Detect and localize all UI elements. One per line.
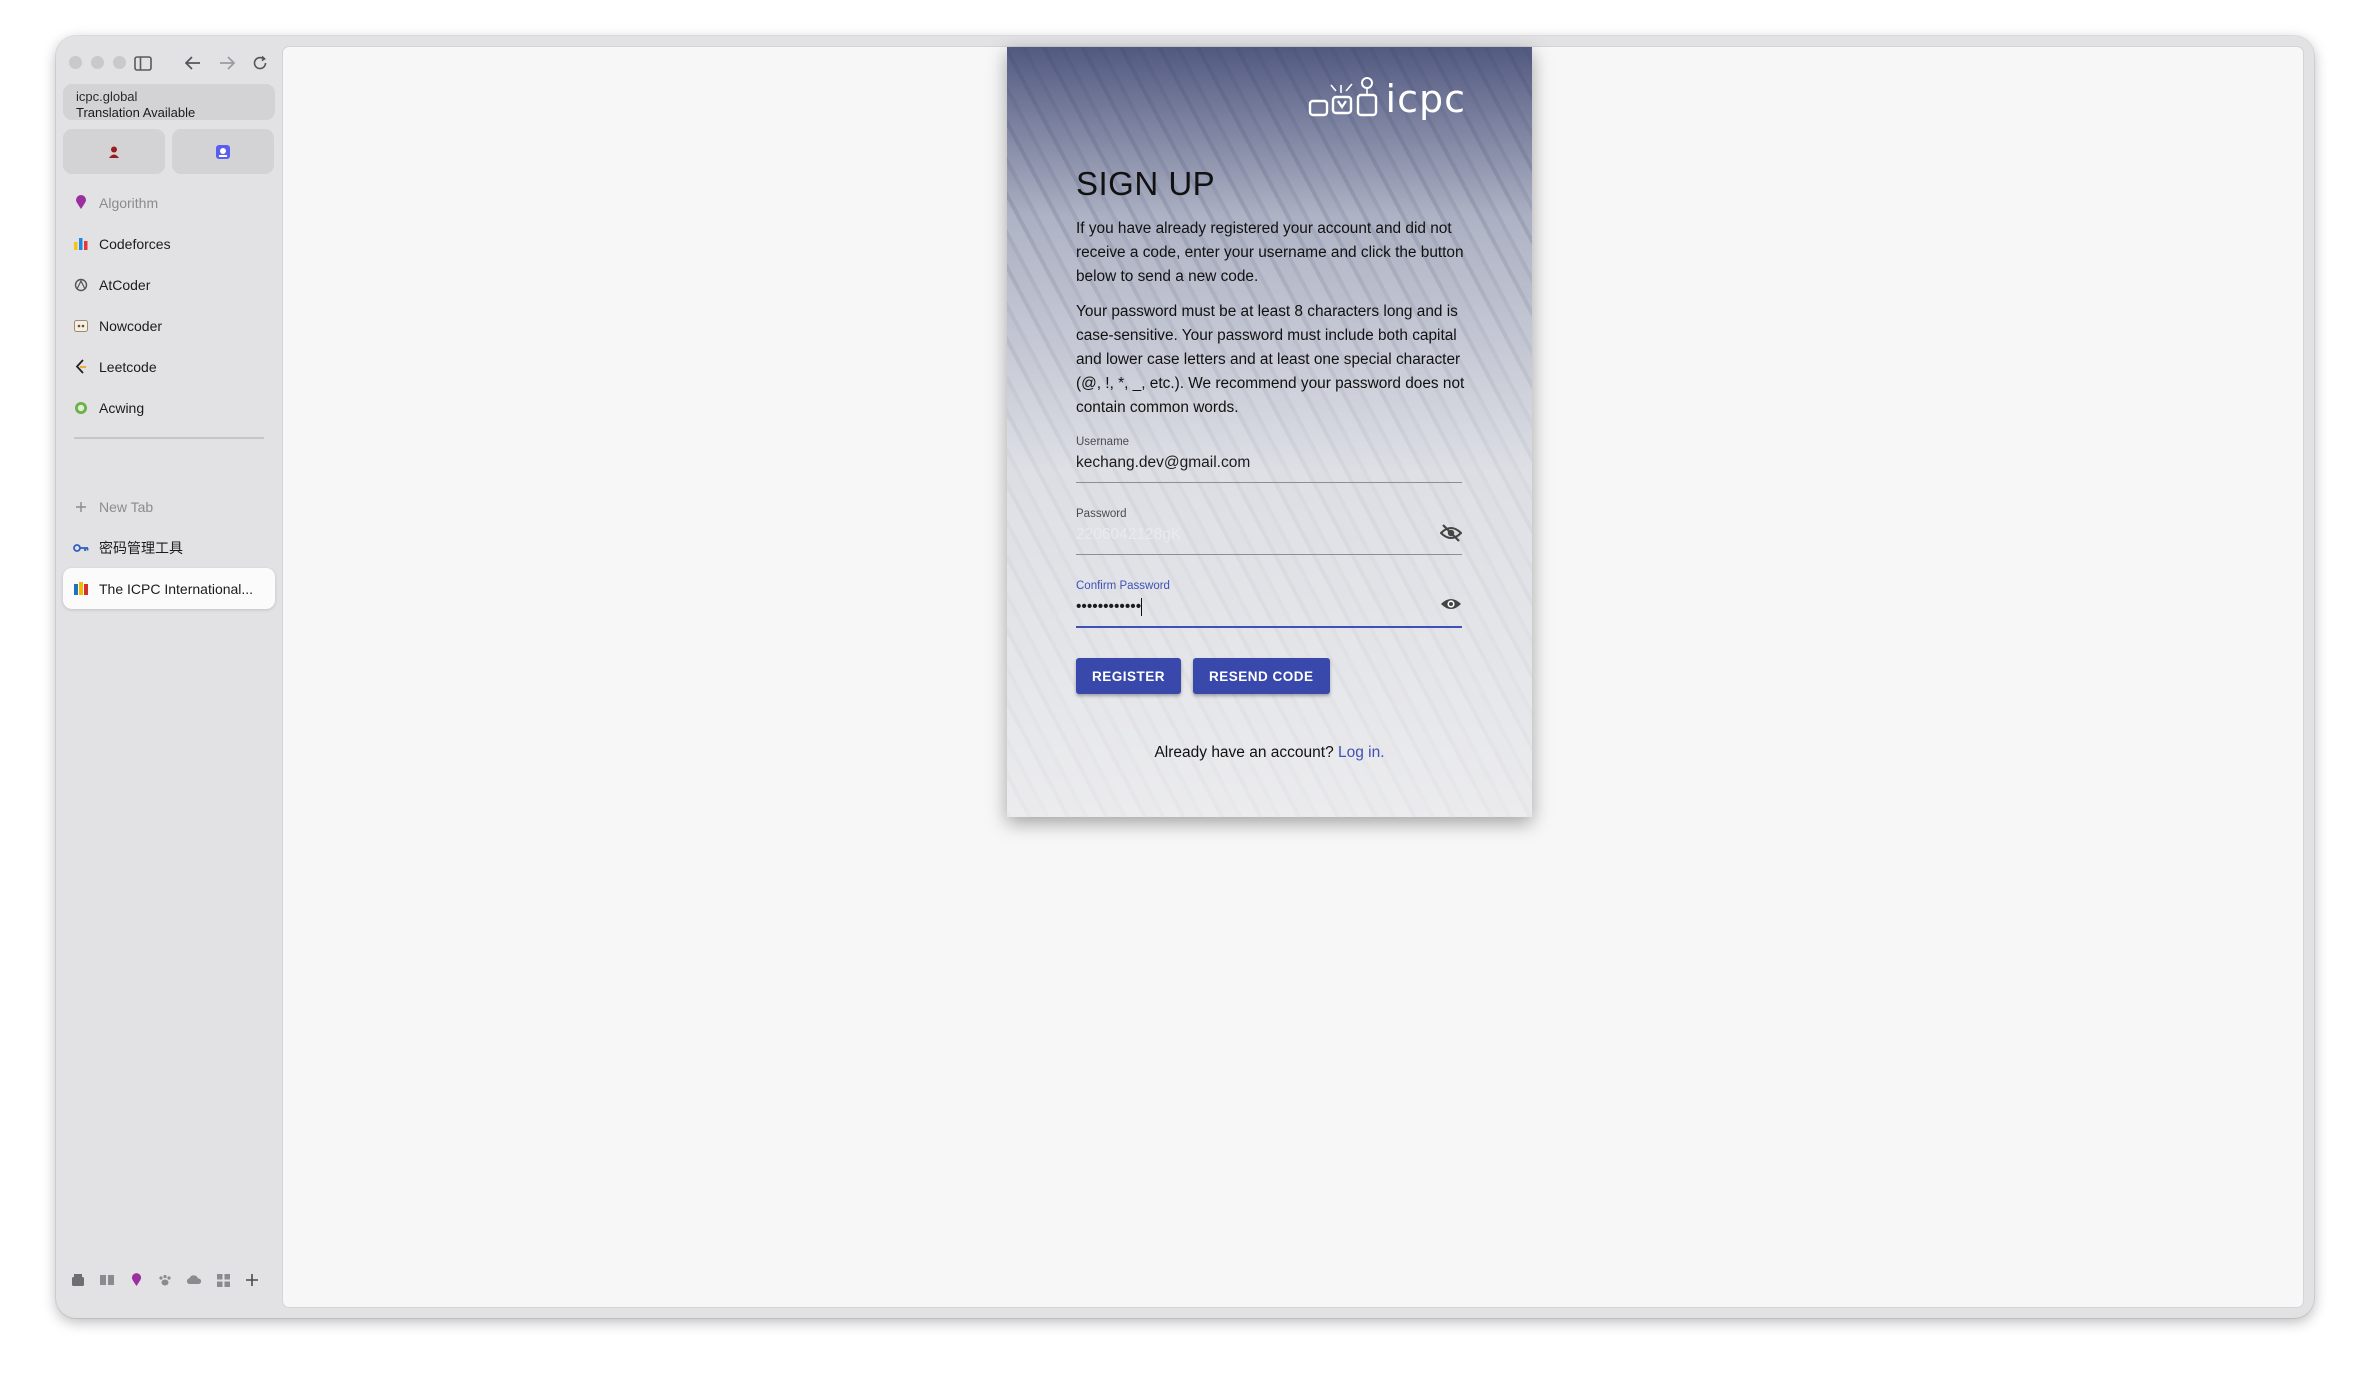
cloud-icon[interactable] <box>186 1272 202 1288</box>
intro-text: If you have already registered your acco… <box>1076 220 1464 285</box>
acwing-icon <box>73 400 89 416</box>
username-field[interactable]: Username kechang.dev@gmail.com <box>1076 436 1462 483</box>
sidebar-toggle-icon[interactable] <box>130 50 156 76</box>
login-prompt: Already have an account? Log in. <box>1007 744 1532 762</box>
resend-code-button[interactable]: RESEND CODE <box>1193 658 1330 694</box>
nowcoder-icon <box>73 318 89 334</box>
confirm-password-input[interactable]: •••••••••••• <box>1076 598 1141 615</box>
icpc-logo: icpc <box>1308 77 1466 121</box>
icpc-balloons-icon <box>1308 77 1377 117</box>
tab-password-manager[interactable]: 密码管理工具 <box>63 527 275 568</box>
address-bar[interactable]: icpc.global Translation Available <box>63 84 275 120</box>
minimize-window-button[interactable] <box>91 56 104 69</box>
username-label: Username <box>1076 436 1130 448</box>
web-content: icpc SIGN UP If you have already registe… <box>283 47 2303 1307</box>
sidebar: icpc.global Translation Available Algori… <box>56 36 282 1318</box>
visibility-off-icon[interactable] <box>1439 524 1463 544</box>
sidebar-item-atcoder[interactable]: AtCoder <box>63 264 275 305</box>
sidebar-item-codeforces[interactable]: Codeforces <box>63 223 275 264</box>
new-tab-button[interactable]: New Tab <box>63 486 275 527</box>
username-underline <box>1076 482 1462 483</box>
tab-label: 密码管理工具 <box>99 539 183 556</box>
password-rules-text: Your password must be at least 8 charact… <box>1076 303 1465 416</box>
key-icon <box>73 540 89 556</box>
username-input[interactable]: kechang.dev@gmail.com <box>1076 454 1462 474</box>
url-domain: icpc.global <box>76 89 138 104</box>
browser-window: icpc.global Translation Available Algori… <box>56 36 2314 1318</box>
pinned-tab-app[interactable] <box>172 129 274 174</box>
location-pin-icon <box>73 195 89 211</box>
sidebar-item-label: Leetcode <box>99 358 157 375</box>
tab-label: The ICPC International... <box>99 580 254 597</box>
text-caret <box>1141 598 1143 616</box>
open-tabs: New Tab 密码管理工具 The ICPC International... <box>63 486 275 609</box>
add-icon[interactable] <box>244 1272 260 1288</box>
pinned-tab-profile[interactable] <box>63 129 165 174</box>
sidebar-item-acwing[interactable]: Acwing <box>63 387 275 428</box>
confirm-password-field[interactable]: Confirm Password •••••••••••• <box>1076 580 1462 628</box>
password-input[interactable]: 2206042128gK <box>1076 526 1181 543</box>
leetcode-icon <box>73 359 89 375</box>
password-underline <box>1076 554 1462 555</box>
sidebar-item-label: Codeforces <box>99 235 171 252</box>
sidebar-item-label: Algorithm <box>99 194 159 211</box>
codeforces-icon <box>73 236 89 252</box>
close-window-button[interactable] <box>69 56 82 69</box>
location-pin-icon[interactable] <box>128 1272 144 1288</box>
tab-icpc[interactable]: The ICPC International... <box>63 568 275 609</box>
favorite-tabs: Algorithm Codeforces AtCoder Nowcoder Le… <box>63 182 275 428</box>
password-field[interactable]: Password 2206042128gK <box>1076 508 1463 555</box>
app-icon <box>216 144 230 159</box>
password-input-wrap: 2206042128gK <box>1076 524 1463 546</box>
grid-icon[interactable] <box>215 1272 231 1288</box>
sidebar-item-leetcode[interactable]: Leetcode <box>63 346 275 387</box>
reload-icon[interactable] <box>247 50 273 76</box>
confirm-password-input-wrap: •••••••••••• <box>1076 598 1462 618</box>
sidebar-item-algorithm[interactable]: Algorithm <box>63 182 275 223</box>
sidebar-item-label: Acwing <box>99 399 145 416</box>
translation-notice: Translation Available <box>76 105 196 120</box>
archive-icon[interactable] <box>70 1272 86 1288</box>
atcoder-icon <box>73 277 89 293</box>
back-icon[interactable] <box>180 50 206 76</box>
login-link[interactable]: Log in. <box>1338 744 1385 761</box>
signup-card: icpc SIGN UP If you have already registe… <box>1007 47 1532 817</box>
window-controls <box>69 56 126 69</box>
logo-wordmark: icpc <box>1385 77 1466 121</box>
sidebar-bottom-bar <box>70 1272 260 1288</box>
library-icon[interactable] <box>99 1272 115 1288</box>
page-title: SIGN UP <box>1076 165 1216 202</box>
pinned-tabs <box>63 129 274 174</box>
sidebar-item-label: Nowcoder <box>99 317 163 334</box>
forward-icon[interactable] <box>214 50 240 76</box>
already-account-text: Already have an account? <box>1154 744 1334 761</box>
plus-icon <box>73 499 89 515</box>
paw-icon[interactable] <box>157 1272 173 1288</box>
maximize-window-button[interactable] <box>113 56 126 69</box>
new-tab-label: New Tab <box>99 498 154 515</box>
confirm-password-label: Confirm Password <box>1076 580 1170 592</box>
icpc-tab-icon <box>73 581 89 597</box>
visibility-icon[interactable] <box>1440 596 1462 616</box>
password-label: Password <box>1076 508 1127 520</box>
sidebar-divider <box>74 437 264 439</box>
profile-icon <box>109 146 119 158</box>
sidebar-item-label: AtCoder <box>99 276 151 293</box>
confirm-password-underline <box>1076 626 1462 628</box>
sidebar-item-nowcoder[interactable]: Nowcoder <box>63 305 275 346</box>
register-button[interactable]: REGISTER <box>1076 658 1182 694</box>
